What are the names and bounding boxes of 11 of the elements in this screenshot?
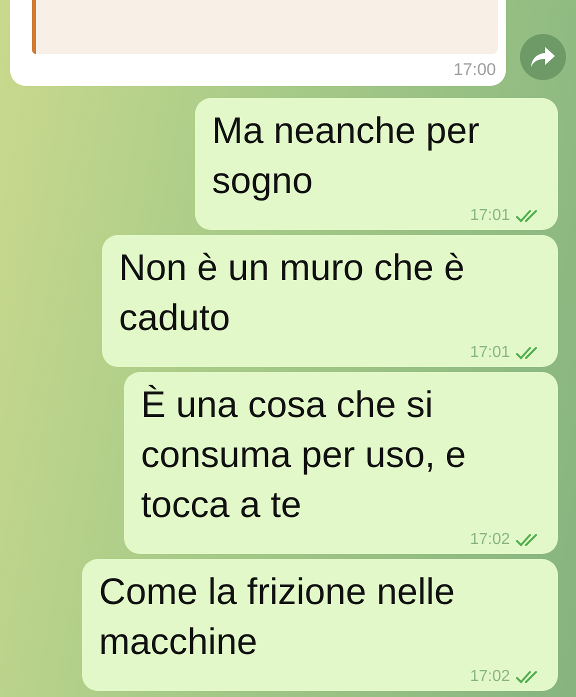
message-time: 17:01 [470,344,510,362]
message-text: Ma neanche per sogno [212,109,480,203]
message-time: 17:02 [470,668,510,686]
message-time: 17:02 [470,531,510,549]
message-time: 17:01 [470,207,510,225]
forward-button[interactable] [520,34,566,80]
message-text: È una cosa che si consuma per uso, e tocca a te [141,383,467,527]
message-time: 17:00 [453,60,496,80]
forward-icon [530,46,556,68]
message-text: Come la frizione nelle macchine [99,570,456,664]
message-text: Non è un muro che è caduto [119,246,466,340]
